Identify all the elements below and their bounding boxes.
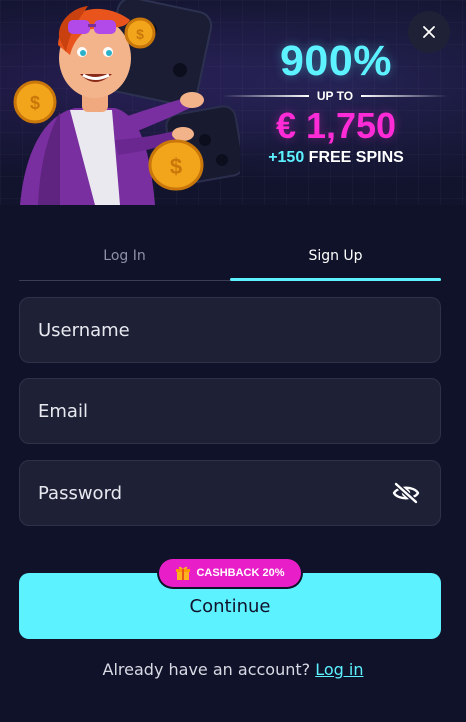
email-input[interactable] [20,379,440,443]
auth-tabs: Log In Sign Up [19,232,441,281]
username-field-wrapper [19,297,441,363]
bonus-amount: € 1,750 [275,105,397,146]
tab-log-in[interactable]: Log In [19,232,230,280]
svg-text:$: $ [136,26,144,42]
promo-banner: $ $ $ 900% UP TO € 1,750 +150 FREE SPINS [0,0,466,205]
password-input[interactable] [20,461,386,525]
email-field-wrapper [19,378,441,444]
username-input[interactable] [20,298,440,362]
up-to-divider: UP TO [222,88,449,104]
login-prompt-text: Already have an account? [102,660,311,679]
svg-text:$: $ [30,93,40,113]
password-field-wrapper [19,460,441,526]
cashback-badge: CASHBACK 20% [159,559,301,587]
close-button[interactable] [408,11,450,53]
bonus-percent: 900% [280,37,392,85]
svg-text:$: $ [170,154,182,179]
mascot-illustration: $ $ $ [13,0,240,205]
free-spins-count: +150 [268,149,305,166]
up-to-label: UP TO [316,89,354,103]
gift-icon [176,566,191,580]
signup-modal: $ $ $ 900% UP TO € 1,750 +150 FREE SPINS… [0,0,466,722]
close-icon [423,26,435,38]
free-spins-text: FREE SPINS [304,149,404,166]
login-link[interactable]: Log in [315,660,363,679]
cashback-label: CASHBACK 20% [196,567,285,579]
tab-sign-up[interactable]: Sign Up [230,232,441,281]
login-prompt: Already have an account? Log in [0,660,466,679]
free-spins-label: +150 FREE SPINS [255,147,417,169]
eye-off-icon [392,482,420,504]
password-visibility-toggle[interactable] [386,473,426,513]
